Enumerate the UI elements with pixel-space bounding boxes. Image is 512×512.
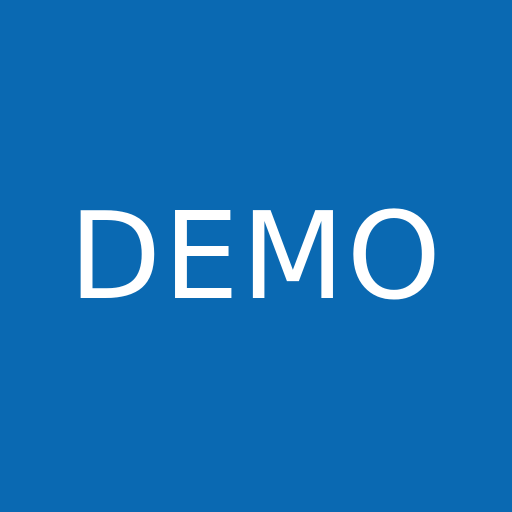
demo-label: DEMO [68, 188, 444, 327]
demo-tile: DEMO [0, 0, 512, 512]
